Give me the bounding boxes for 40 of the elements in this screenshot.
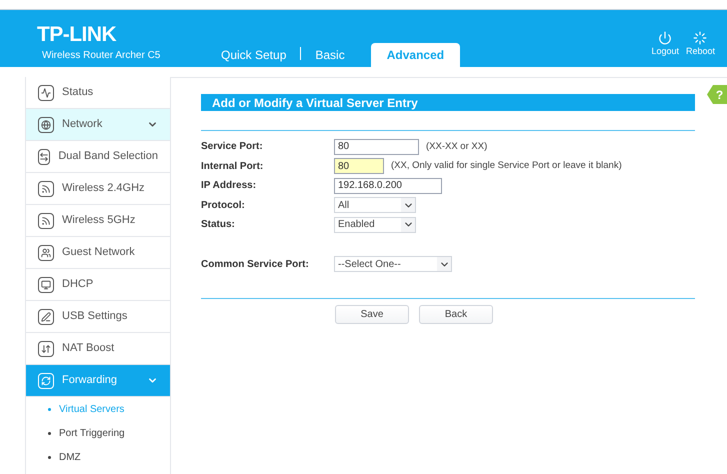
dropdown[interactable]: All	[334, 197, 416, 214]
sidebar-item[interactable]: Wireless 2.4GHz	[26, 173, 170, 205]
cycle-icon	[38, 372, 54, 388]
input-field[interactable]: 80	[334, 138, 419, 155]
spinner-icon	[693, 30, 708, 44]
sidebar-item[interactable]: Wireless 5GHz	[26, 205, 170, 237]
signal-icon	[38, 180, 54, 196]
monitor-icon	[38, 276, 54, 292]
section-title: Add or Modify a Virtual Server Entry	[201, 94, 695, 111]
globe-icon	[38, 116, 54, 132]
field-label: Service Port:	[201, 140, 264, 154]
field-hint: (XX-XX or XX)	[426, 140, 488, 154]
field-label: Protocol:	[201, 198, 246, 213]
dropdown[interactable]: --Select One--	[334, 256, 452, 272]
signal-icon	[38, 212, 54, 228]
submenu-item[interactable]: DMZ	[26, 445, 170, 469]
brand-logo: TP-LINK	[37, 24, 118, 45]
power-icon	[658, 30, 672, 44]
form-button[interactable]: Save	[335, 305, 409, 324]
input-field[interactable]: 80	[334, 158, 384, 174]
field-label: Common Service Port:	[201, 258, 310, 272]
field-label: Status:	[201, 218, 236, 232]
sidebar-item[interactable]: Network	[26, 109, 170, 141]
field-hint: (XX, Only valid for single Service Port or leave it blank)	[391, 159, 622, 174]
field-label: Internal Port:	[201, 160, 264, 174]
sidebar-item[interactable]: DHCP	[26, 269, 170, 301]
arrows-icon	[38, 148, 50, 164]
input-field[interactable]: 192.168.0.200	[334, 178, 442, 194]
submenu-item[interactable]: Port Triggering	[26, 421, 170, 445]
sidebar-item[interactable]: Guest Network	[26, 237, 170, 269]
sidebar-item[interactable]: Dual Band Selection	[26, 141, 170, 173]
pulse-icon	[38, 84, 54, 100]
model-name: Wireless Router Archer C5	[42, 49, 162, 63]
form-button[interactable]: Back	[419, 305, 493, 324]
sidebar-item[interactable]: USB Settings	[26, 301, 170, 333]
dropdown[interactable]: Enabled	[334, 216, 416, 233]
pen-icon	[38, 308, 54, 324]
people-icon	[38, 244, 54, 260]
updown-arrows-icon	[38, 340, 54, 356]
field-label: IP Address:	[201, 179, 258, 194]
